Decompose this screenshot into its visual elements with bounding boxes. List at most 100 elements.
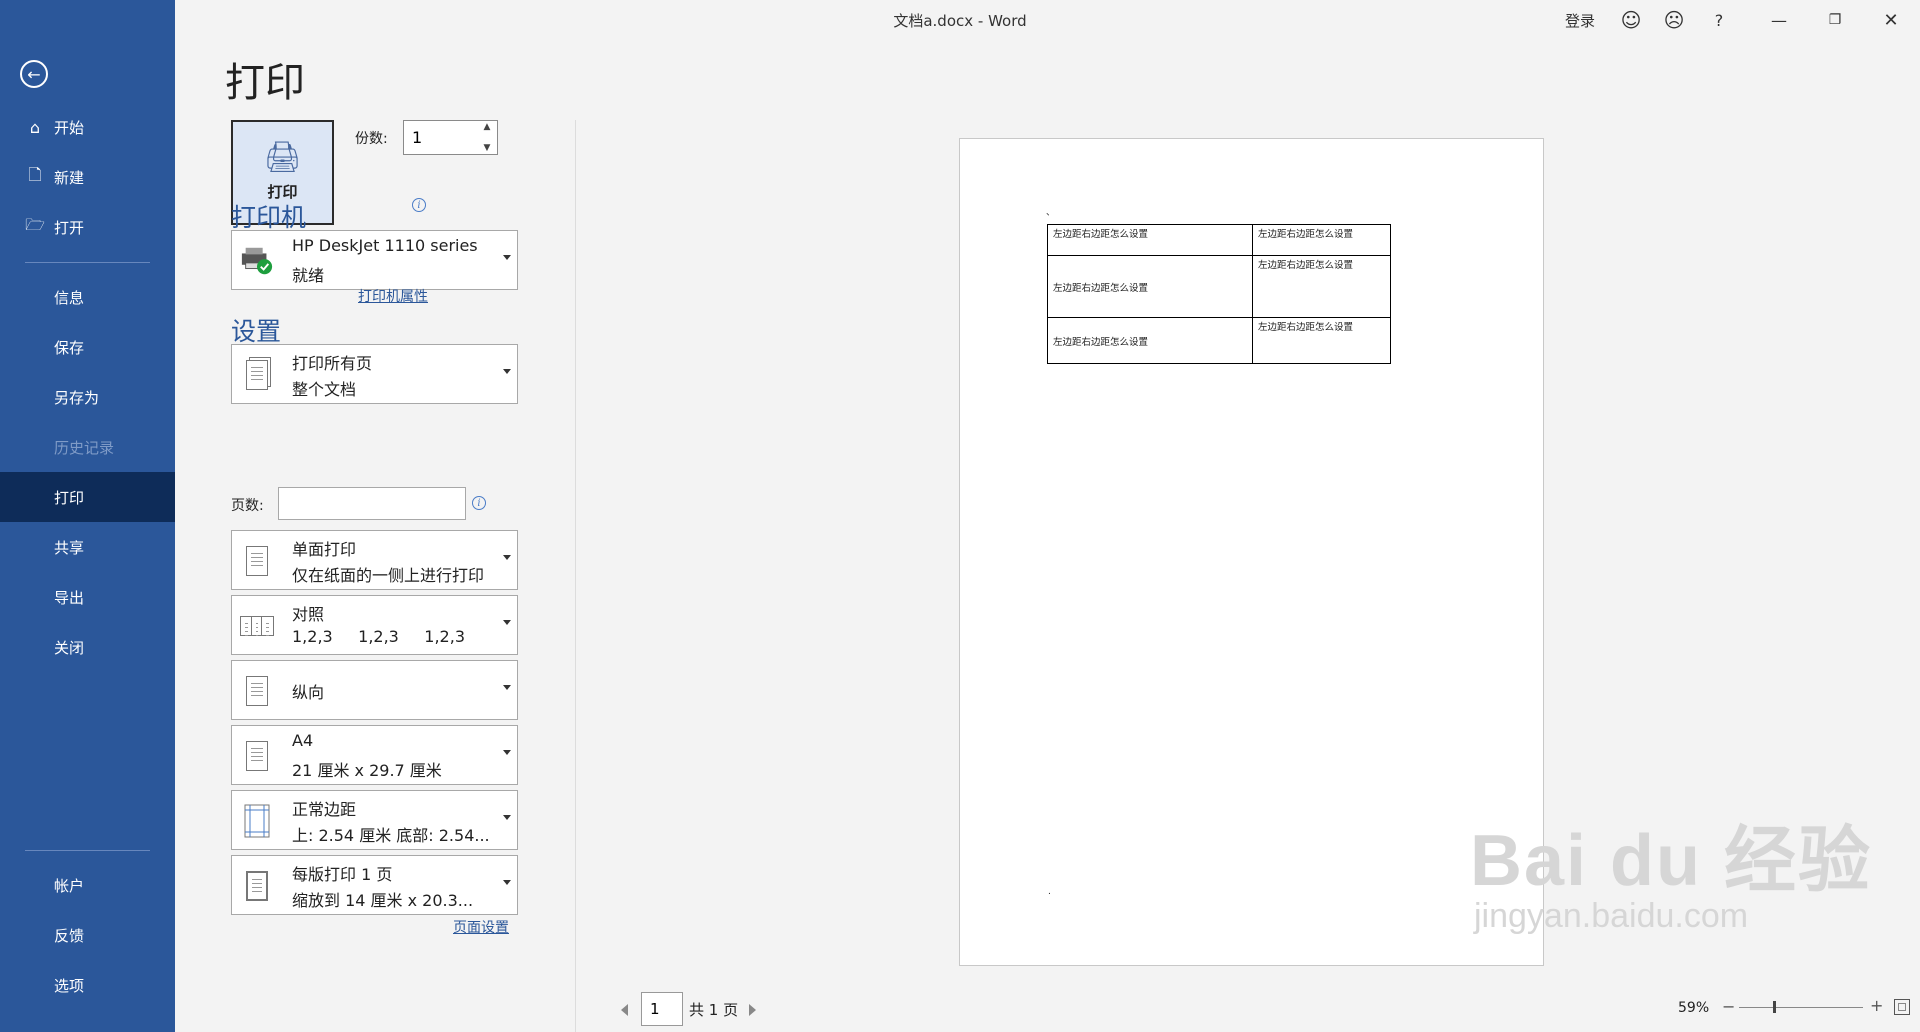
current-page-input[interactable] <box>641 992 683 1026</box>
close-icon[interactable]: ✕ <box>1873 6 1909 34</box>
baidu-jingyan-watermark: Bai du 经验 jingyan.baidu.com <box>1470 825 1872 936</box>
sidebar-item-open[interactable]: 🗁 打开 <box>0 202 175 252</box>
sidebar-item-label: 信息 <box>54 288 85 307</box>
zoom-to-page-icon[interactable] <box>1894 999 1910 1015</box>
pages-per-sheet-value: 每版打印 1 页 <box>292 865 393 884</box>
table-row: 左边距右边距怎么设置 左边距右边距怎么设置 <box>1047 224 1391 256</box>
sidebar-item-home[interactable]: ⌂ 开始 <box>0 102 175 152</box>
title-bar: 文档a.docx - Word 登录 ☺ ☹ ? — ❐ ✕ <box>175 0 1920 40</box>
chevron-down-icon <box>503 620 511 625</box>
zoom-in-button[interactable]: + <box>1870 996 1883 1015</box>
sides-detail: 仅在纸面的一侧上进行打印 <box>292 566 485 585</box>
sidebar-item-label: 新建 <box>54 168 85 187</box>
sidebar-item-close[interactable]: 关闭 <box>0 622 175 672</box>
sidebar-item-label: 另存为 <box>54 388 100 407</box>
window-title: 文档a.docx - Word <box>893 12 1027 30</box>
watermark-logo: Bai du 经验 <box>1470 821 1873 901</box>
table-cell: 左边距右边距怎么设置 <box>1252 255 1391 318</box>
chevron-up-icon[interactable]: ▲ <box>484 122 491 132</box>
page-title: 打印 <box>225 60 305 106</box>
sidebar-item-new[interactable]: 🗋 新建 <box>0 152 175 202</box>
zoom-slider-thumb[interactable] <box>1773 1001 1776 1013</box>
pages-label: 页数: <box>231 498 264 514</box>
orientation-dropdown[interactable]: 纵向 <box>231 660 518 720</box>
back-arrow-icon[interactable]: ← <box>20 60 48 88</box>
open-folder-icon: 🗁 <box>25 214 45 234</box>
sidebar-divider <box>25 850 150 851</box>
paper-size-dropdown[interactable]: A4 21 厘米 x 29.7 厘米 <box>231 725 518 785</box>
frown-feedback-icon[interactable]: ☹ <box>1660 6 1688 34</box>
paper-size-icon <box>240 736 274 776</box>
sidebar-item-feedback[interactable]: 反馈 <box>0 910 175 960</box>
pages-per-sheet-detail: 缩放到 14 厘米 x 20.3... <box>292 891 474 910</box>
portrait-page-icon <box>240 671 274 711</box>
all-pages-icon <box>240 355 274 395</box>
sidebar-item-account[interactable]: 帐户 <box>0 860 175 910</box>
print-range-dropdown[interactable]: 打印所有页 整个文档 <box>231 344 518 404</box>
pages-per-sheet-dropdown[interactable]: 每版打印 1 页 缩放到 14 厘米 x 20.3... <box>231 855 518 915</box>
zoom-slider-track[interactable] <box>1739 1007 1863 1008</box>
paper-size-detail: 21 厘米 x 29.7 厘米 <box>292 761 442 780</box>
sidebar-item-label: 帐户 <box>54 876 85 895</box>
minimize-icon[interactable]: — <box>1761 6 1797 34</box>
sidebar-item-label: 反馈 <box>54 926 85 945</box>
margins-dropdown[interactable]: 正常边距 上: 2.54 厘米 底部: 2.54... <box>231 790 518 850</box>
sidebar-item-label: 导出 <box>54 588 85 607</box>
chevron-down-icon <box>503 369 511 374</box>
collate-detail: 1,2,3 1,2,3 1,2,3 <box>292 627 465 646</box>
collate-dropdown[interactable]: 对照 1,2,3 1,2,3 1,2,3 <box>231 595 518 655</box>
printer-name: HP DeskJet 1110 series <box>292 236 478 255</box>
sidebar-item-save[interactable]: 保存 <box>0 322 175 372</box>
preview-status-bar: 共 1 页 59% − + <box>576 990 1920 1032</box>
sidebar-item-label: 保存 <box>54 338 85 357</box>
sidebar-item-label: 选项 <box>54 976 85 995</box>
table-cell: 左边距右边距怎么设置 <box>1252 317 1391 364</box>
info-icon[interactable]: i <box>472 496 486 510</box>
sidebar-item-label: 打印 <box>54 488 85 507</box>
info-icon[interactable]: i <box>412 198 426 212</box>
margins-value: 正常边距 <box>292 800 357 819</box>
smile-feedback-icon[interactable]: ☺ <box>1617 6 1645 34</box>
print-range-value: 打印所有页 <box>292 354 373 373</box>
paper-size-value: A4 <box>292 731 314 750</box>
chevron-down-icon[interactable]: ▼ <box>484 143 491 153</box>
login-button[interactable]: 登录 <box>1565 6 1595 34</box>
sides-dropdown[interactable]: 单面打印 仅在纸面的一侧上进行打印 <box>231 530 518 590</box>
backstage-sidebar: ← ⌂ 开始 🗋 新建 🗁 打开 信息 保存 另存为 历史记录 打印 共享 导出… <box>0 0 175 1032</box>
collated-pages-icon <box>240 606 275 646</box>
printer-properties-link[interactable]: 打印机属性 <box>358 286 428 306</box>
printer-icon: 🖨 <box>263 140 302 175</box>
page-total: 共 1 页 <box>689 1001 739 1019</box>
zoom-out-button[interactable]: − <box>1722 997 1735 1016</box>
chevron-down-icon <box>503 555 511 560</box>
copies-stepper[interactable]: ▲ ▼ <box>478 122 496 153</box>
one-sided-page-icon <box>240 541 274 581</box>
print-range-detail: 整个文档 <box>292 380 357 399</box>
orientation-value: 纵向 <box>292 683 325 702</box>
chevron-down-icon <box>503 255 511 260</box>
paragraph-mark: . <box>1048 887 1051 897</box>
pages-input[interactable] <box>278 487 466 520</box>
next-page-icon[interactable] <box>749 1004 756 1016</box>
pages-per-sheet-icon <box>240 866 274 906</box>
settings-section-title: 设置 <box>231 317 282 346</box>
zoom-level[interactable]: 59% <box>1678 1000 1709 1016</box>
preview-page: 、 左边距右边距怎么设置 左边距右边距怎么设置 左边距右边距怎么设置 左边距右边… <box>959 138 1544 966</box>
sidebar-item-export[interactable]: 导出 <box>0 572 175 622</box>
printer-dropdown[interactable]: HP DeskJet 1110 series 就绪 <box>231 230 518 290</box>
previous-page-icon[interactable] <box>621 1004 628 1016</box>
table-cell: 左边距右边距怎么设置 <box>1047 224 1253 256</box>
page-setup-link[interactable]: 页面设置 <box>453 917 509 937</box>
copies-label: 份数: <box>355 131 388 147</box>
sidebar-item-options[interactable]: 选项 <box>0 960 175 1010</box>
sidebar-item-save-as[interactable]: 另存为 <box>0 372 175 422</box>
sidebar-item-label: 打开 <box>54 218 85 237</box>
sidebar-item-info[interactable]: 信息 <box>0 272 175 322</box>
restore-icon[interactable]: ❐ <box>1817 6 1853 34</box>
help-button[interactable]: ? <box>1705 6 1733 34</box>
sidebar-item-share[interactable]: 共享 <box>0 522 175 572</box>
sidebar-item-label: 共享 <box>54 538 85 557</box>
sidebar-item-history: 历史记录 <box>0 422 175 472</box>
table-cell: 左边距右边距怎么设置 <box>1047 317 1253 364</box>
sidebar-item-print[interactable]: 打印 <box>0 472 175 522</box>
